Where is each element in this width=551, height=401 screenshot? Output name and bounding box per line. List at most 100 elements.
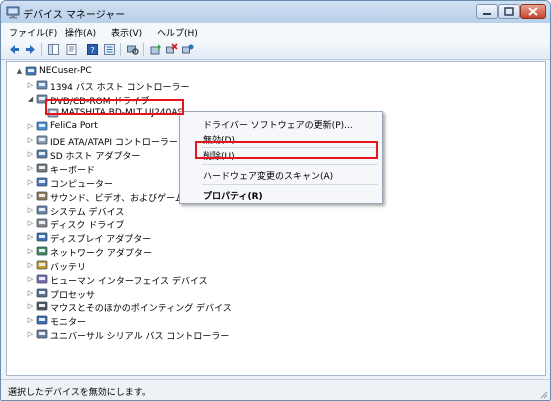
usb-controller-icon [36,329,48,339]
forward-arrow-icon[interactable] [24,43,37,56]
tree-root[interactable]: ▲ NECuser-PC [7,65,537,78]
expand-arrow-icon[interactable]: ▷ [26,122,35,131]
device-manager-window: デバイス マネージャー ファイル(F) 操作(A) 表示(V) ヘルプ(H) ?… [0,0,551,401]
tree-category[interactable]: ▷ システム デバイス [7,204,537,218]
menu-action[interactable]: 操作(A) [65,26,96,39]
tree-category[interactable]: ▷ マウスとそのほかのポインティング デバイス [7,300,537,315]
computer-root-icon [25,66,37,76]
mouse-icon [36,302,48,311]
expand-arrow-icon[interactable]: ▷ [26,233,35,242]
tree-item-label: IDE ATA/ATAPI コントローラー [50,138,178,149]
expand-arrow-icon[interactable]: ▷ [26,178,35,187]
expand-arrow-icon[interactable]: ◢ [26,95,35,104]
maximize-icon [504,7,514,16]
expand-arrow-icon[interactable]: ▷ [26,275,35,284]
update-driver-icon[interactable] [149,43,162,56]
toolbar-separator [120,43,121,56]
expand-arrow-icon[interactable]: ▷ [26,261,35,270]
tree-category[interactable]: ▷ ユニバーサル シリアル バス コントローラー [7,328,537,343]
expand-arrow-icon[interactable]: ▷ [26,330,35,339]
disk-drive-icon [36,218,48,228]
tree-item-label: サウンド、ビデオ、およびゲーム [50,193,184,204]
tree-item-label: SD ホスト アダプター [50,152,141,163]
context-properties[interactable]: プロパティ(R) [203,189,263,202]
sd-adapter-icon [36,149,48,159]
bus-controller-icon [36,80,48,90]
tree-item-label: キーボード [50,165,96,176]
expand-arrow-icon[interactable]: ▷ [26,219,35,228]
tree-item-label: バッテリ [50,262,87,273]
battery-icon [36,260,48,270]
sound-icon [36,191,48,200]
expand-arrow-icon[interactable]: ▷ [26,150,35,159]
tree-item-label: マウスとそのほかのポインティング デバイス [50,304,232,315]
help-icon[interactable]: ? [86,43,99,56]
tree-category[interactable]: ▷ 1394 バス ホスト コントローラー [7,79,537,93]
tree-category[interactable]: ▷ ネットワーク アダプター [7,245,537,260]
uninstall-device-icon[interactable] [181,43,194,56]
tree-item-label: コンピューター [50,179,114,190]
tree-item-label: モニター [50,318,87,329]
computer-icon [36,177,48,187]
context-scan-hardware[interactable]: ハードウェア変更のスキャン(A) [203,169,333,182]
show-hide-tree-icon[interactable] [47,43,60,56]
felica-icon [36,122,48,131]
status-text: 選択したデバイスを無効にします。 [8,388,151,398]
system-device-icon [36,205,48,214]
uninstall-highlight [195,141,378,159]
expand-arrow-icon[interactable]: ▷ [26,192,35,201]
view-icon[interactable] [103,43,116,56]
tree-category[interactable]: ▷ プロセッサ [7,287,537,301]
expand-arrow-icon[interactable]: ▷ [26,164,35,173]
minimize-button[interactable] [476,4,498,19]
tree-category[interactable]: ▷ ディスプレイ アダプター [7,231,537,246]
back-arrow-icon[interactable] [8,43,21,56]
device-manager-icon [6,6,20,19]
minimize-icon [483,13,491,15]
tree-category[interactable]: ▷ バッテリ [7,259,537,273]
tree-item-label: ディスク ドライブ [50,221,125,232]
svg-text:?: ? [90,46,94,55]
tree-category[interactable]: ▷ ヒューマン インターフェイス デバイス [7,273,537,287]
tree-item-label: プロセッサ [50,290,96,301]
expand-arrow-icon[interactable]: ▷ [26,316,35,325]
status-bar: 選択したデバイスを無効にします。 [1,379,550,400]
scan-hardware-icon[interactable] [126,43,139,56]
tree-item-label: ディスプレイ アダプター [50,235,152,246]
tree-item-label: ユニバーサル シリアル バス コントローラー [50,332,230,343]
hid-icon [36,274,48,284]
menu-help[interactable]: ヘルプ(H) [157,26,198,39]
menu-bar: ファイル(F) 操作(A) 表示(V) ヘルプ(H) [1,23,550,41]
display-adapter-icon [36,232,48,242]
menu-file[interactable]: ファイル(F) [9,26,57,39]
window-title: デバイス マネージャー [23,10,126,21]
network-adapter-icon [36,246,48,256]
tree-item-label: NECuser-PC [39,66,92,76]
toolbar-separator [143,43,144,56]
tree-item-label: システム デバイス [50,207,125,218]
disable-device-icon[interactable] [165,43,178,56]
processor-icon [36,288,48,297]
maximize-button[interactable] [498,4,520,19]
expand-arrow-icon[interactable]: ▷ [26,81,35,90]
close-button[interactable] [520,4,546,19]
expand-arrow-icon[interactable]: ▷ [26,302,35,311]
resize-grip-icon[interactable] [538,389,548,399]
tree-category[interactable]: ▷ モニター [7,314,537,329]
context-update-driver[interactable]: ドライバー ソフトウェアの更新(P)... [203,118,353,131]
expand-arrow-icon[interactable]: ▷ [26,289,35,298]
tree-item-label: 1394 バス ホスト コントローラー [50,82,190,93]
properties-icon[interactable] [65,43,78,56]
toolbar: ? [1,40,550,60]
expand-arrow-icon[interactable]: ▷ [26,247,35,256]
menu-view[interactable]: 表示(V) [111,26,142,39]
expand-arrow-icon[interactable]: ▷ [26,206,35,215]
collapse-arrow-icon[interactable]: ▲ [15,67,24,76]
menu-separator [202,164,378,165]
close-icon [528,7,538,16]
title-bar[interactable]: デバイス マネージャー [1,1,550,23]
tree-item-label: ネットワーク アダプター [50,249,152,260]
tree-category[interactable]: ▷ ディスク ドライブ [7,217,537,232]
keyboard-icon [36,163,48,173]
expand-arrow-icon[interactable]: ▷ [26,136,35,145]
